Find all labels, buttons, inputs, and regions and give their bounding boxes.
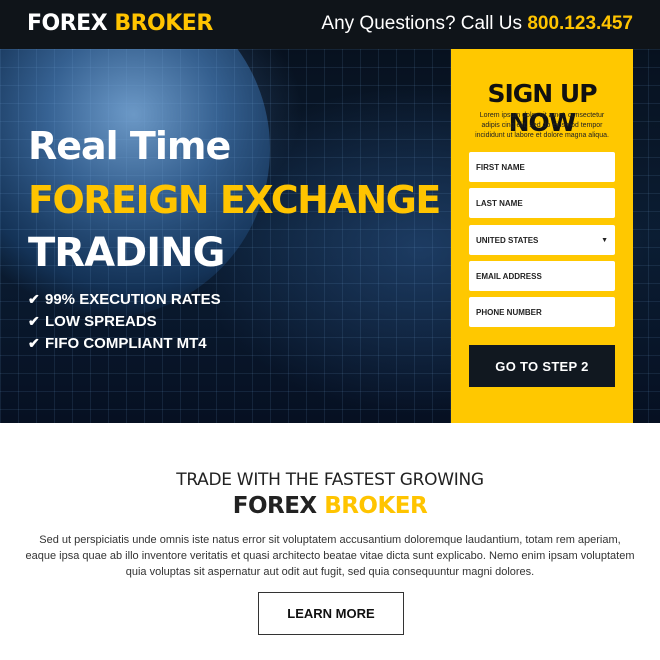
headline-line-1: Real Time bbox=[28, 124, 231, 168]
phone-number[interactable]: 800.123.457 bbox=[527, 13, 633, 34]
country-selected-value: UNITED STATES bbox=[476, 235, 539, 245]
about-brand: FOREX BROKER bbox=[0, 493, 660, 519]
feature-item: ✔ 99% EXECUTION RATES bbox=[28, 288, 221, 310]
questions-text: Any Questions? Call Us bbox=[321, 13, 523, 34]
check-icon: ✔ bbox=[28, 312, 40, 329]
last-name-input[interactable] bbox=[469, 188, 615, 218]
go-to-step-2-button[interactable]: GO TO STEP 2 bbox=[469, 345, 615, 387]
about-body-text: Sed ut perspiciatis unde omnis iste natu… bbox=[25, 534, 635, 578]
learn-more-button[interactable]: LEARN MORE bbox=[258, 592, 404, 635]
about-tagline: TRADE WITH THE FASTEST GROWING bbox=[176, 470, 484, 490]
feature-item: ✔ FIFO COMPLIANT MT4 bbox=[28, 332, 221, 354]
logo[interactable]: FOREX BROKER bbox=[27, 11, 213, 36]
feature-item: ✔ LOW SPREADS bbox=[28, 310, 221, 332]
email-input[interactable] bbox=[469, 261, 615, 291]
logo-text-broker: BROKER bbox=[114, 11, 213, 36]
phone-input[interactable] bbox=[469, 297, 615, 327]
check-icon: ✔ bbox=[28, 334, 40, 351]
about-brand-broker: BROKER bbox=[324, 493, 428, 519]
feature-label: LOW SPREADS bbox=[45, 312, 157, 330]
signup-description: Lorem ipsum dolor sit amet, consectetur … bbox=[475, 112, 609, 139]
about-brand-forex: FOREX bbox=[232, 493, 317, 519]
dropdown-arrow-icon: ▼ bbox=[601, 236, 608, 244]
check-icon: ✔ bbox=[28, 290, 40, 307]
top-bar: FOREX BROKER Any Questions? Call Us 800.… bbox=[0, 0, 660, 49]
feature-list: ✔ 99% EXECUTION RATES ✔ LOW SPREADS ✔ FI… bbox=[28, 288, 221, 354]
headline-line-2: FOREIGN EXCHANGE bbox=[28, 178, 441, 222]
contact-line: Any Questions? Call Us 800.123.457 bbox=[321, 13, 633, 35]
feature-label: FIFO COMPLIANT MT4 bbox=[45, 334, 207, 352]
logo-text-forex: FOREX bbox=[27, 11, 108, 36]
feature-label: 99% EXECUTION RATES bbox=[45, 290, 221, 308]
country-select[interactable]: UNITED STATES ▼ bbox=[469, 225, 615, 255]
headline-line-3: TRADING bbox=[28, 230, 225, 276]
signup-panel: SIGN UP NOW Lorem ipsum dolor sit amet, … bbox=[451, 49, 633, 423]
first-name-input[interactable] bbox=[469, 152, 615, 182]
